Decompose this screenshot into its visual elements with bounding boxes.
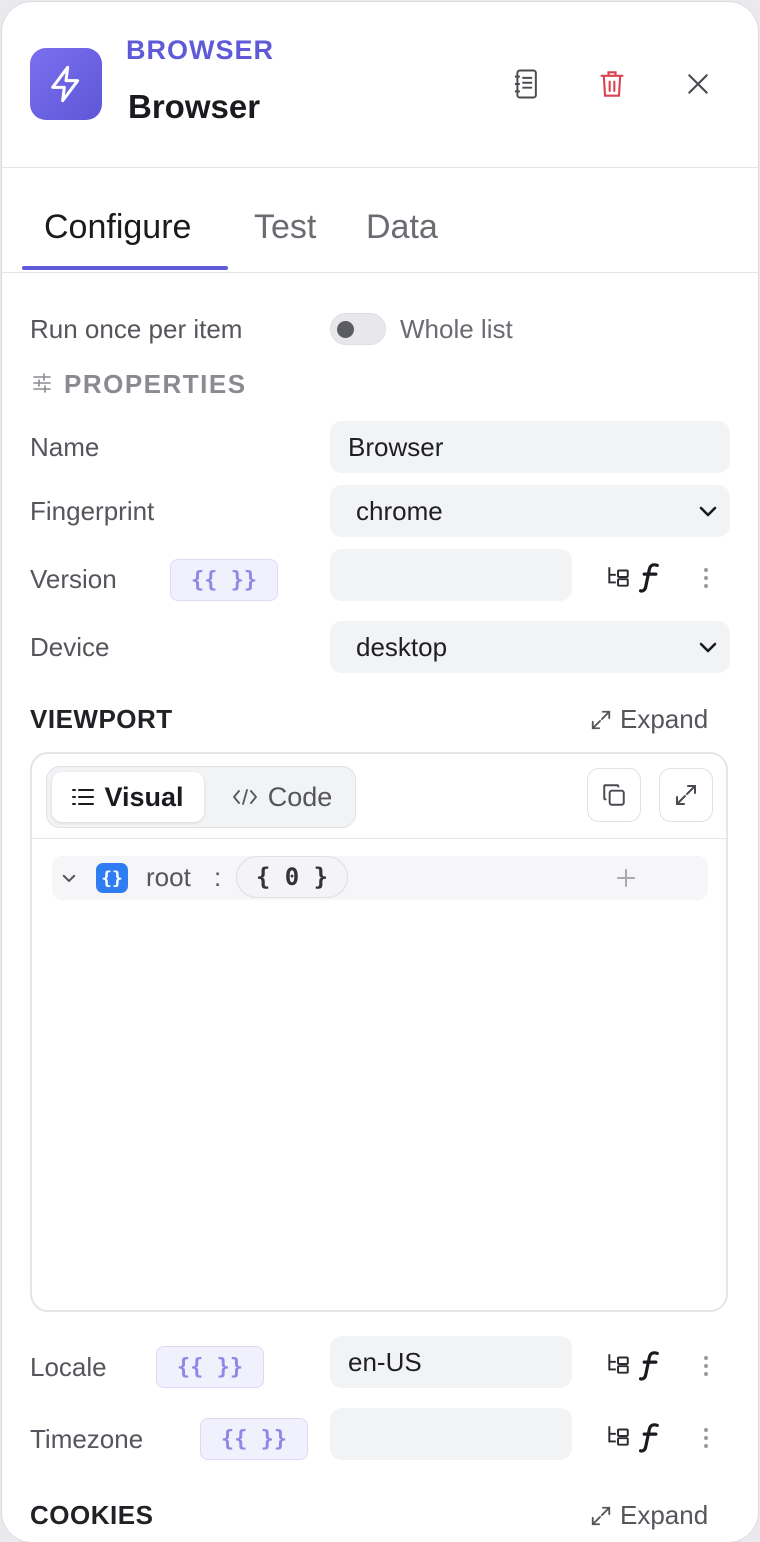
notebook-icon <box>514 69 537 99</box>
sliders-icon <box>32 372 52 399</box>
locale-input[interactable]: en-US <box>330 1336 572 1388</box>
docs-button[interactable] <box>506 64 546 104</box>
node-type-label: BROWSER <box>126 35 274 65</box>
timezone-input[interactable] <box>330 1408 572 1460</box>
locale-label: Locale <box>30 1352 107 1382</box>
expand-icon <box>591 710 611 729</box>
tree-row-root[interactable]: {} root : { 0 } <box>52 856 708 900</box>
key-separator: : <box>214 862 222 892</box>
name-input[interactable]: Browser <box>330 421 730 473</box>
version-label: Version <box>30 564 117 594</box>
chevron-down-icon[interactable] <box>60 869 78 887</box>
fingerprint-select[interactable]: chrome <box>330 485 730 537</box>
copy-icon <box>603 784 625 806</box>
expand-icon <box>591 1506 611 1525</box>
more-options-icon[interactable] <box>698 1424 714 1452</box>
function-icon[interactable] <box>638 560 662 594</box>
device-select[interactable]: desktop <box>330 621 730 673</box>
device-value: desktop <box>356 631 448 662</box>
name-label: Name <box>30 432 100 462</box>
fullscreen-icon <box>676 785 696 805</box>
locale-expression-badge[interactable]: {{ }} <box>156 1346 264 1388</box>
editor-mode-switch: Visual Code <box>46 766 356 828</box>
viewport-json-editor: Visual Code {} root : { 0 } <box>30 752 728 1312</box>
lightning-icon <box>30 48 102 120</box>
copy-button[interactable] <box>587 768 641 822</box>
panel-header: BROWSER Browser <box>2 2 758 168</box>
tab-test[interactable]: Test <box>254 208 316 247</box>
mode-code-label: Code <box>267 781 333 812</box>
list-icon <box>72 789 95 805</box>
properties-heading: PROPERTIES <box>64 369 247 399</box>
tab-configure[interactable]: Configure <box>44 208 191 247</box>
object-type-icon: {} <box>96 863 128 893</box>
mode-visual-label: Visual <box>104 781 184 812</box>
add-icon[interactable] <box>616 868 636 888</box>
chevron-down-icon <box>699 642 717 653</box>
timezone-label: Timezone <box>30 1424 144 1454</box>
run-mode-label: Run once per item <box>30 314 243 344</box>
expand-label: Expand <box>620 704 709 734</box>
mode-code-button[interactable]: Code <box>217 772 347 822</box>
tab-data[interactable]: Data <box>366 208 438 247</box>
whole-list-label: Whole list <box>400 314 513 344</box>
expand-label: Expand <box>620 1500 709 1530</box>
node-title: Browser <box>128 88 261 125</box>
fingerprint-value: chrome <box>356 495 443 526</box>
more-options-icon[interactable] <box>698 564 714 592</box>
close-icon <box>688 74 708 94</box>
cookies-heading: COOKIES <box>30 1500 154 1530</box>
version-expression-badge[interactable]: {{ }} <box>170 559 278 601</box>
function-icon[interactable] <box>638 1420 662 1454</box>
object-count-badge: { 0 } <box>236 856 348 898</box>
code-icon <box>232 789 257 805</box>
tree-mapping-icon[interactable] <box>604 563 632 591</box>
viewport-expand-button[interactable]: Expand <box>590 704 708 735</box>
version-input[interactable] <box>330 549 572 601</box>
editor-toolbar: Visual Code <box>32 754 726 839</box>
viewport-heading: VIEWPORT <box>30 704 173 734</box>
tree-mapping-icon[interactable] <box>604 1422 632 1450</box>
chevron-down-icon <box>699 506 717 517</box>
mode-visual-button[interactable]: Visual <box>52 772 204 822</box>
node-config-panel: BROWSER Browser Configure Test Data Run … <box>2 2 758 1542</box>
close-button[interactable] <box>678 64 718 104</box>
fingerprint-label: Fingerprint <box>30 496 155 526</box>
trash-icon <box>600 71 624 97</box>
function-icon[interactable] <box>638 1348 662 1382</box>
toggle-knob <box>337 321 354 338</box>
fullscreen-button[interactable] <box>659 768 713 822</box>
delete-button[interactable] <box>592 64 632 104</box>
root-key: root <box>146 862 191 892</box>
tab-bar: Configure Test Data <box>2 168 758 273</box>
timezone-expression-badge[interactable]: {{ }} <box>200 1418 308 1460</box>
cookies-expand-button[interactable]: Expand <box>590 1500 708 1531</box>
more-options-icon[interactable] <box>698 1352 714 1380</box>
tree-mapping-icon[interactable] <box>604 1350 632 1378</box>
run-mode-toggle[interactable] <box>330 313 386 345</box>
device-label: Device <box>30 632 110 662</box>
active-tab-indicator <box>22 266 228 270</box>
